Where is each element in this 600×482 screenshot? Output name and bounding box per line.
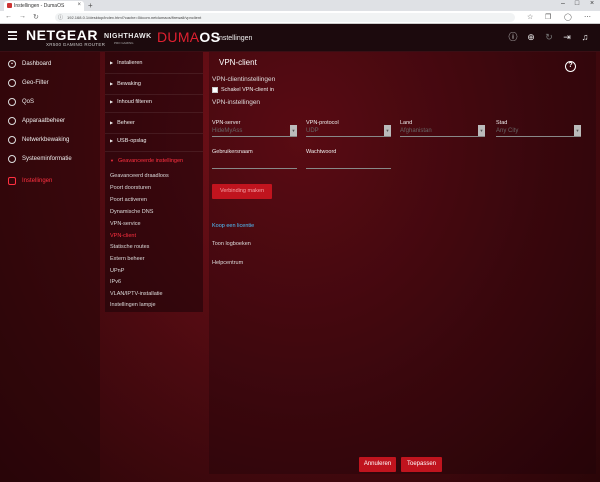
submenu-item-advanced-wireless[interactable]: Geavanceerd draadloos (110, 173, 169, 179)
submenu-item-ipv6[interactable]: IPv6 (110, 279, 121, 285)
sidebar-item-device-manager[interactable]: Apparaatbeheer (8, 115, 65, 127)
submenu-item-dynamic-dns[interactable]: Dynamische DNS (110, 209, 153, 215)
menu-advanced-settings[interactable]: ▼ Geavanceerde instellingen (110, 158, 183, 164)
vpn-client-panel: VPN-client ? VPN-clientinstellingen Scha… (209, 52, 596, 474)
menu-content-filter[interactable]: ▶ Inhoud filteren (110, 99, 152, 105)
globe-icon[interactable]: ⊕ (526, 32, 536, 42)
close-window-icon[interactable]: × (585, 0, 599, 7)
info-icon[interactable]: ⓘ (508, 32, 518, 42)
devices-icon (8, 117, 16, 125)
buy-license-link[interactable]: Koop een licentie (212, 223, 254, 229)
gauge-icon (8, 98, 16, 106)
browser-tab-bar: Instellingen - DumaOS × + – □ × (0, 0, 600, 11)
nighthawk-sub-label: PRO GAMING (114, 41, 134, 45)
country-select[interactable]: Afghanistan ▼ (400, 125, 485, 137)
maximize-icon[interactable]: □ (570, 0, 584, 7)
help-center-link[interactable]: Helpcentrum (212, 260, 243, 266)
sidebar-item-settings[interactable]: Instellingen (8, 175, 52, 187)
url-field[interactable]: ⓘ 192.168.0.1/desktop/index.html?cache=0… (55, 13, 515, 22)
client-settings-heading: VPN-clientinstellingen (212, 76, 276, 83)
chevron-down-icon: ▼ (290, 125, 297, 136)
close-tab-icon[interactable]: × (77, 2, 81, 8)
password-label: Wachtwoord (306, 149, 337, 155)
menu-monitoring[interactable]: ▶ Bewaking (110, 81, 141, 87)
checkbox-icon[interactable] (212, 87, 218, 93)
reload-icon[interactable]: ↻ (33, 13, 39, 21)
password-field[interactable] (306, 159, 391, 169)
enable-vpn-checkbox[interactable]: Schakel VPN-client in (212, 87, 274, 93)
refresh-icon[interactable]: ↻ (544, 32, 554, 42)
apply-button[interactable]: Toepassen (401, 457, 442, 472)
forward-icon[interactable]: → (19, 13, 26, 20)
router-header: NETGEAR XR500 GAMING ROUTER NIGHTHAWK PR… (0, 24, 600, 52)
model-label: XR500 GAMING ROUTER (46, 42, 106, 47)
vpn-protocol-select[interactable]: UDP ▼ (306, 125, 391, 137)
sidebar-item-network-monitor[interactable]: Netwerkbewaking (8, 134, 69, 146)
network-icon (8, 136, 16, 144)
city-select[interactable]: Any City ▼ (496, 125, 581, 137)
new-tab-button[interactable]: + (88, 1, 93, 10)
connect-button[interactable]: Verbinding maken (212, 184, 272, 199)
vpn-server-select[interactable]: HideMyAss ▼ (212, 125, 297, 137)
chevron-down-icon: ▼ (478, 125, 485, 136)
submenu-item-port-forwarding[interactable]: Poort doorsturen (110, 185, 151, 191)
dumaos-logo: DUMAOS (157, 29, 221, 45)
sidebar: ▪ Dashboard Geo-Filter QoS Apparaatbeheer… (0, 52, 100, 482)
hamburger-menu-icon[interactable] (8, 31, 17, 42)
menu-management[interactable]: ▶ Beheer (110, 120, 135, 126)
back-icon[interactable]: ← (5, 13, 12, 20)
globe-icon (8, 79, 16, 87)
submenu-item-remote-management[interactable]: Extern beheer (110, 256, 145, 262)
chevron-down-icon: ▼ (384, 125, 391, 136)
chevron-down-icon: ▼ (574, 125, 581, 136)
favicon-icon (7, 3, 12, 8)
minimize-icon[interactable]: – (556, 0, 570, 7)
tab-title: Instellingen - DumaOS (14, 3, 65, 9)
sidebar-item-qos[interactable]: QoS (8, 96, 34, 108)
address-bar: ← → ↻ ⓘ 192.168.0.1/desktop/index.html?c… (0, 11, 600, 24)
submenu-item-vpn-service[interactable]: VPN-service (110, 221, 141, 227)
dashboard-icon: ▪ (8, 60, 16, 68)
submenu-item-upnp[interactable]: UPnP (110, 268, 124, 274)
submenu-item-port-triggering[interactable]: Poort activeren (110, 197, 147, 203)
collections-icon[interactable]: ❐ (545, 13, 551, 21)
info-icon: ⓘ (58, 15, 64, 21)
sidebar-item-dashboard[interactable]: ▪ Dashboard (8, 58, 51, 70)
username-field[interactable] (212, 159, 297, 169)
panel-title: VPN-client (219, 58, 257, 67)
nighthawk-logo: NIGHTHAWK (104, 33, 152, 40)
sidebar-item-system-info[interactable]: Systeeminformatie (8, 153, 72, 165)
submenu-item-led-settings[interactable]: Instellingen lampje (110, 302, 156, 308)
info-icon (8, 155, 16, 163)
settings-icon (8, 177, 16, 185)
vpn-settings-heading: VPN-instellingen (212, 99, 261, 106)
logout-icon[interactable]: ⇥ (562, 32, 572, 42)
cancel-button[interactable]: Annuleren (359, 457, 396, 472)
submenu-item-vpn-client[interactable]: VPN-client (110, 233, 136, 239)
settings-submenu: ▶ Instalieren ▶ Bewaking ▶ Inhoud filteren … (105, 52, 203, 312)
netgear-logo: NETGEAR (26, 27, 98, 43)
bookmark-star-icon[interactable]: ☆ (527, 13, 533, 21)
help-icon[interactable]: ? (565, 61, 576, 72)
show-logs-link[interactable]: Toon logboeken (212, 241, 251, 247)
profile-icon[interactable]: ◯ (564, 13, 572, 21)
menu-usb-storage[interactable]: ▶ USB-opslag (110, 138, 146, 144)
browser-tab[interactable]: Instellingen - DumaOS × (4, 1, 84, 11)
menu-install[interactable]: ▶ Instalieren (110, 60, 142, 66)
menu-dots-icon[interactable]: ⋯ (584, 13, 591, 21)
page-title: Instellingen (217, 35, 253, 42)
submenu-item-vlan-iptv[interactable]: VLAN/IPTV-installatie (110, 291, 163, 297)
bell-icon[interactable]: ♫ (580, 32, 590, 42)
username-label: Gebruikersnaam (212, 149, 253, 155)
sidebar-item-geo-filter[interactable]: Geo-Filter (8, 77, 49, 89)
submenu-item-static-routes[interactable]: Statische routes (110, 244, 149, 250)
